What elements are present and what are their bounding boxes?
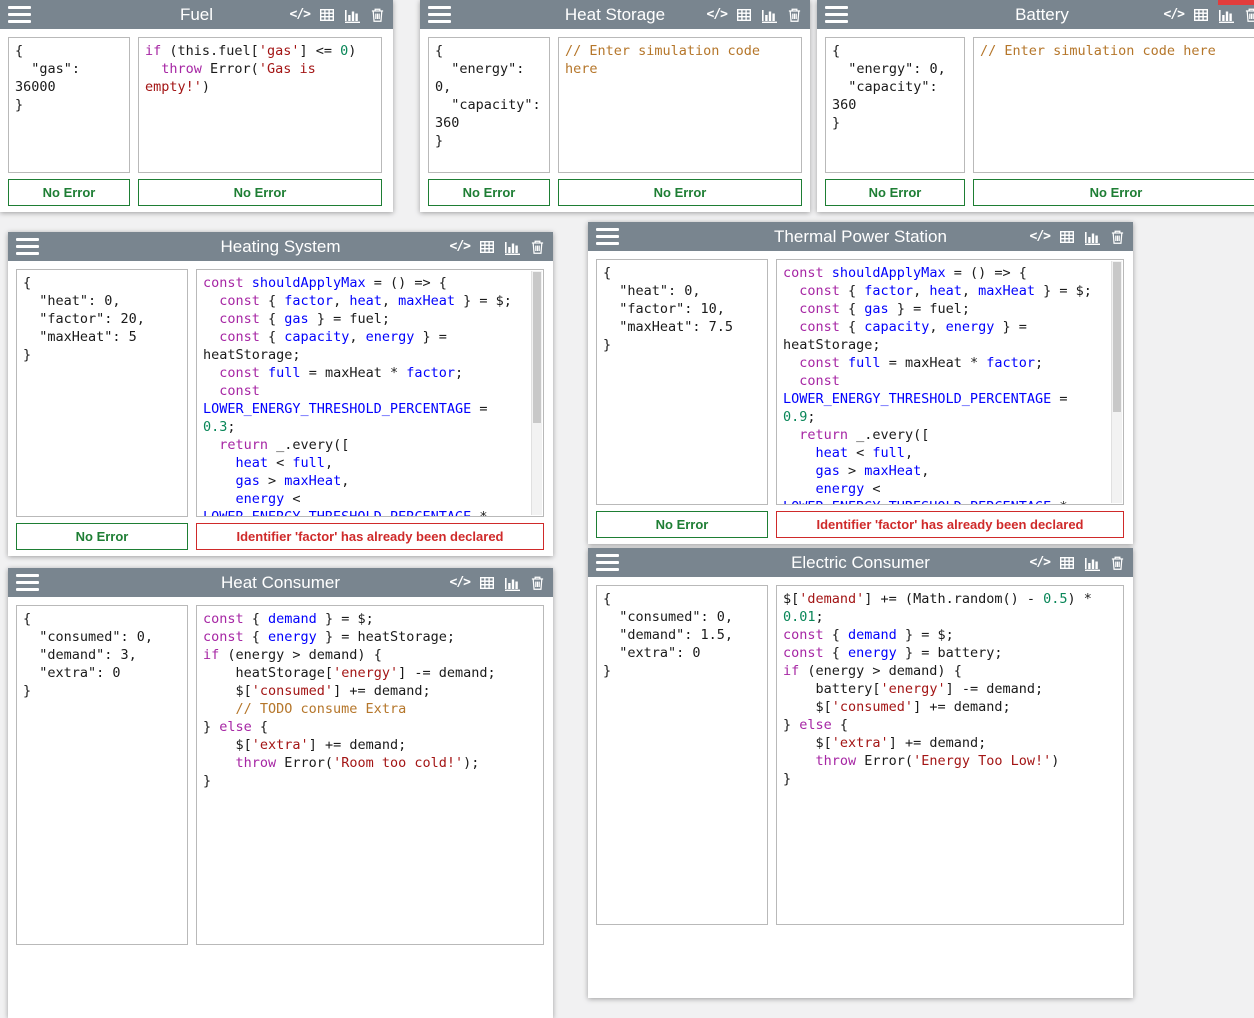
panel-fuel: Fuel </> { "gas": 36000 } if (this.fuel[… bbox=[0, 0, 393, 212]
code-text: // Enter simulation code here bbox=[980, 42, 1252, 60]
scrollbar[interactable] bbox=[1111, 261, 1122, 503]
top-right-red-strip bbox=[1218, 0, 1254, 5]
panel-heat-consumer: Heat Consumer </> { "consumed": 0, "dema… bbox=[8, 568, 553, 1018]
trash-icon[interactable] bbox=[1244, 7, 1254, 23]
table-icon[interactable] bbox=[1059, 555, 1075, 571]
state-status-badge: No Error bbox=[596, 511, 768, 538]
scrollbar-thumb[interactable] bbox=[533, 272, 541, 423]
state-editor[interactable]: { "consumed": 0, "demand": 3, "extra": 0… bbox=[16, 605, 188, 945]
scrollbar[interactable] bbox=[531, 271, 542, 515]
panel-header[interactable]: Thermal Power Station </> bbox=[588, 222, 1133, 251]
code-status-badge: Identifier 'factor' has already been dec… bbox=[196, 523, 544, 550]
panel-header[interactable]: Heat Consumer </> bbox=[8, 568, 553, 597]
state-json: { "consumed": 0, "demand": 3, "extra": 0… bbox=[23, 610, 181, 700]
table-icon[interactable] bbox=[479, 239, 495, 255]
panel-electric-consumer: Electric Consumer </> { "consumed": 0, "… bbox=[588, 548, 1133, 998]
state-status-badge: No Error bbox=[8, 179, 130, 206]
chart-icon[interactable] bbox=[504, 239, 521, 255]
trash-icon[interactable] bbox=[1110, 555, 1125, 571]
chart-icon[interactable] bbox=[504, 575, 521, 591]
code-editor[interactable]: // Enter simulation code here bbox=[973, 37, 1254, 173]
panel-thermal-power-station: Thermal Power Station </> { "heat": 0, "… bbox=[588, 222, 1133, 544]
menu-icon[interactable] bbox=[16, 238, 39, 255]
state-editor[interactable]: { "energy": 0, "capacity": 360 } bbox=[428, 37, 550, 173]
menu-icon[interactable] bbox=[16, 574, 39, 591]
state-editor[interactable]: { "gas": 36000 } bbox=[8, 37, 130, 173]
panel-header[interactable]: Heat Storage </> bbox=[420, 0, 810, 29]
panel-header[interactable]: Battery </> bbox=[817, 0, 1254, 29]
state-json: { "gas": 36000 } bbox=[15, 42, 123, 114]
code-text: const { demand } = $; const { energy } =… bbox=[203, 610, 537, 790]
state-json: { "energy": 0, "capacity": 360 } bbox=[832, 42, 958, 132]
trash-icon[interactable] bbox=[1110, 229, 1125, 245]
menu-icon[interactable] bbox=[428, 6, 451, 23]
panel-heat-storage: Heat Storage </> { "energy": 0, "capacit… bbox=[420, 0, 810, 212]
code-editor[interactable]: const { demand } = $; const { energy } =… bbox=[196, 605, 544, 945]
state-editor[interactable]: { "heat": 0, "factor": 10, "maxHeat": 7.… bbox=[596, 259, 768, 505]
table-icon[interactable] bbox=[319, 7, 335, 23]
code-text: $['demand'] += (Math.random() - 0.5) * 0… bbox=[783, 590, 1117, 788]
state-status-badge: No Error bbox=[16, 523, 188, 550]
code-editor[interactable]: // Enter simulation code here bbox=[558, 37, 802, 173]
code-status-badge: No Error bbox=[558, 179, 802, 206]
table-icon[interactable] bbox=[1059, 229, 1075, 245]
state-json: { "energy": 0, "capacity": 360 } bbox=[435, 42, 543, 150]
trash-icon[interactable] bbox=[530, 239, 545, 255]
chart-icon[interactable] bbox=[1218, 7, 1235, 23]
chart-icon[interactable] bbox=[344, 7, 361, 23]
code-text: if (this.fuel['gas'] <= 0) throw Error('… bbox=[145, 42, 375, 96]
code-editor[interactable]: $['demand'] += (Math.random() - 0.5) * 0… bbox=[776, 585, 1124, 925]
code-icon[interactable]: </> bbox=[450, 240, 470, 253]
menu-icon[interactable] bbox=[8, 6, 31, 23]
state-status-badge: No Error bbox=[825, 179, 965, 206]
panel-heating-system: Heating System </> { "heat": 0, "factor"… bbox=[8, 232, 553, 556]
state-status-badge: No Error bbox=[428, 179, 550, 206]
code-icon[interactable]: </> bbox=[450, 576, 470, 589]
panel-header[interactable]: Fuel </> bbox=[0, 0, 393, 29]
code-editor[interactable]: const shouldApplyMax = () => { const { f… bbox=[776, 259, 1124, 505]
chart-icon[interactable] bbox=[1084, 229, 1101, 245]
state-json: { "heat": 0, "factor": 20, "maxHeat": 5 … bbox=[23, 274, 181, 364]
state-editor[interactable]: { "energy": 0, "capacity": 360 } bbox=[825, 37, 965, 173]
table-icon[interactable] bbox=[736, 7, 752, 23]
state-editor[interactable]: { "consumed": 0, "demand": 1.5, "extra":… bbox=[596, 585, 768, 925]
trash-icon[interactable] bbox=[787, 7, 802, 23]
trash-icon[interactable] bbox=[370, 7, 385, 23]
state-editor[interactable]: { "heat": 0, "factor": 20, "maxHeat": 5 … bbox=[16, 269, 188, 517]
chart-icon[interactable] bbox=[761, 7, 778, 23]
panel-header[interactable]: Heating System </> bbox=[8, 232, 553, 261]
menu-icon[interactable] bbox=[825, 6, 848, 23]
menu-icon[interactable] bbox=[596, 554, 619, 571]
scrollbar-thumb[interactable] bbox=[1113, 262, 1121, 412]
code-status-badge: No Error bbox=[973, 179, 1254, 206]
code-icon[interactable]: </> bbox=[1164, 8, 1184, 21]
code-icon[interactable]: </> bbox=[290, 8, 310, 21]
state-json: { "heat": 0, "factor": 10, "maxHeat": 7.… bbox=[603, 264, 761, 354]
code-icon[interactable]: </> bbox=[707, 8, 727, 21]
code-status-badge: No Error bbox=[138, 179, 382, 206]
menu-icon[interactable] bbox=[596, 228, 619, 245]
code-status-badge: Identifier 'factor' has already been dec… bbox=[776, 511, 1124, 538]
code-editor[interactable]: const shouldApplyMax = () => { const { f… bbox=[196, 269, 544, 517]
code-text: const shouldApplyMax = () => { const { f… bbox=[203, 274, 525, 517]
state-json: { "consumed": 0, "demand": 1.5, "extra":… bbox=[603, 590, 761, 680]
code-editor[interactable]: if (this.fuel['gas'] <= 0) throw Error('… bbox=[138, 37, 382, 173]
table-icon[interactable] bbox=[1193, 7, 1209, 23]
code-text: // Enter simulation code here bbox=[565, 42, 795, 78]
code-icon[interactable]: </> bbox=[1030, 230, 1050, 243]
code-text: const shouldApplyMax = () => { const { f… bbox=[783, 264, 1105, 505]
trash-icon[interactable] bbox=[530, 575, 545, 591]
table-icon[interactable] bbox=[479, 575, 495, 591]
chart-icon[interactable] bbox=[1084, 555, 1101, 571]
panel-battery: Battery </> { "energy": 0, "capacity": 3… bbox=[817, 0, 1254, 212]
panel-header[interactable]: Electric Consumer </> bbox=[588, 548, 1133, 577]
code-icon[interactable]: </> bbox=[1030, 556, 1050, 569]
